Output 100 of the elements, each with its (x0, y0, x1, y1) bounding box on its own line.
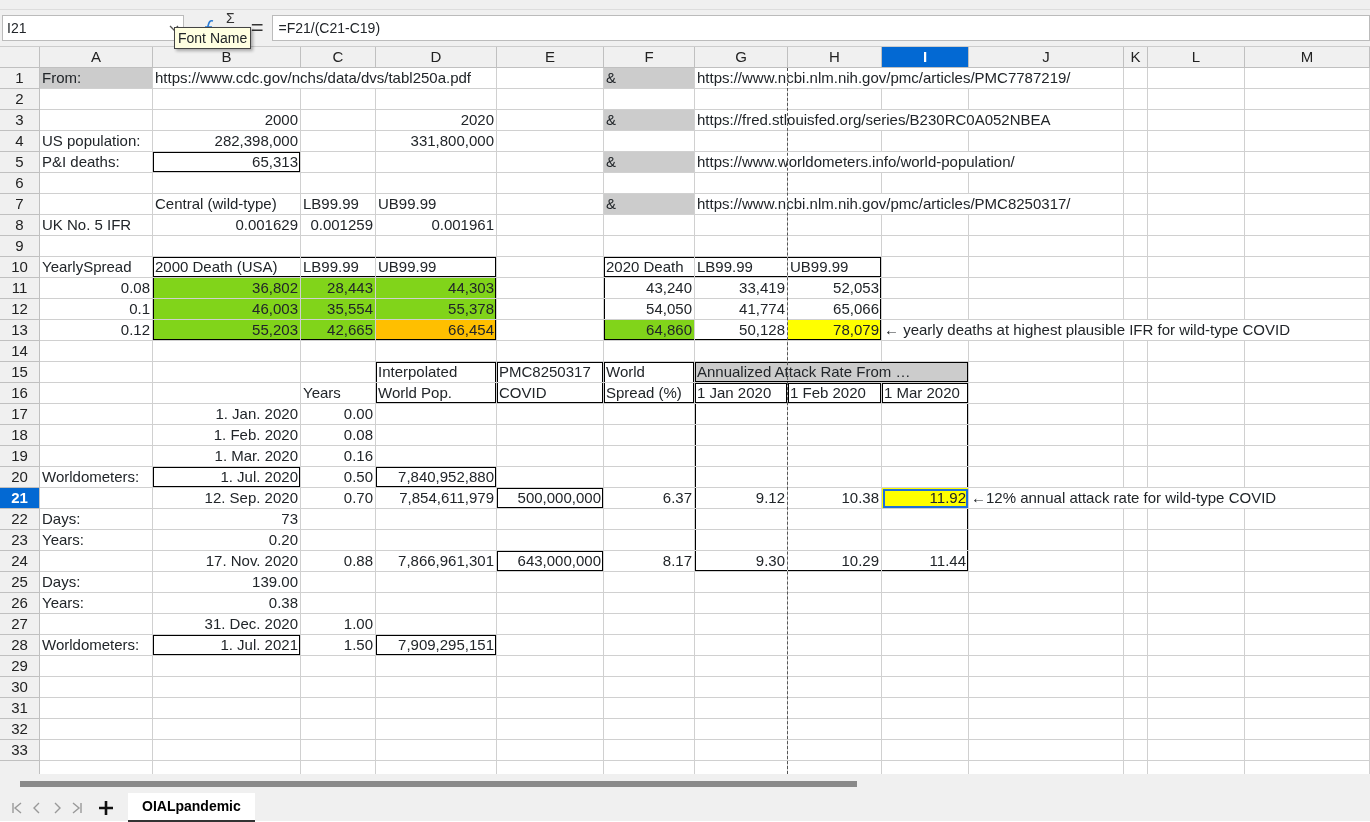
table-cell: Worldometers: (40, 635, 153, 656)
table-cell: 55,203 (153, 320, 301, 341)
table-cell: From: (40, 68, 153, 89)
table-cell: Years: (40, 530, 153, 551)
table-cell: 64,860 (604, 320, 695, 341)
table-cell: Days: (40, 572, 153, 593)
table-cell: 643,000,000 (497, 551, 604, 572)
table-cell: LB99.99 (301, 194, 376, 215)
table-cell: 1 Jan 2020 (695, 383, 788, 404)
table-cell: UK No. 5 IFR (40, 215, 153, 236)
table-cell: P&I deaths: (40, 152, 153, 173)
table-cell: Interpolated (376, 362, 497, 383)
table-cell: 282,398,000 (153, 131, 301, 152)
table-cell: 73 (153, 509, 301, 530)
table-cell: 50,128 (695, 320, 788, 341)
table-cell: 52,053 (788, 278, 882, 299)
table-cell: 0.08 (301, 425, 376, 446)
table-cell: Worldometers: (40, 467, 153, 488)
table-cell: LB99.99 (301, 257, 376, 278)
table-cell: 0.20 (153, 530, 301, 551)
table-cell: Years (301, 383, 376, 404)
table-cell: 41,774 (695, 299, 788, 320)
table-cell: 9.30 (695, 551, 788, 572)
table-cell: 11.44 (882, 551, 969, 572)
table-cell: 1. Jul. 2021 (153, 635, 301, 656)
table-cell: 10.29 (788, 551, 882, 572)
table-cell: 36,802 (153, 278, 301, 299)
table-cell: 1.00 (301, 614, 376, 635)
table-cell: 2000 Death (USA) (153, 257, 301, 278)
table-cell: Annualized Attack Rate From … (695, 362, 969, 383)
table-cell: 1 Mar 2020 (882, 383, 969, 404)
table-cell: https://www.cdc.gov/nchs/data/dvs/tabl250a.pdf (153, 68, 497, 89)
table-cell: 0.001259 (301, 215, 376, 236)
table-cell: Central (wild-type) (153, 194, 301, 215)
table-cell: 7,909,295,151 (376, 635, 497, 656)
table-cell: 11.92 (882, 488, 969, 509)
table-cell: https://www.worldometers.info/world-population/ (695, 152, 1124, 173)
table-cell: 2000 (153, 110, 301, 131)
table-cell: 17. Nov. 2020 (153, 551, 301, 572)
table-cell: ←12% annual attack rate for wild-type COVID (969, 488, 1370, 509)
table-cell: Spread (%) (604, 383, 695, 404)
table-cell: PMC8250317 (497, 362, 604, 383)
table-cell: 1. Jul. 2020 (153, 467, 301, 488)
table-cell: & (604, 152, 695, 173)
table-cell: 1. Feb. 2020 (153, 425, 301, 446)
table-cell: 44,303 (376, 278, 497, 299)
table-cell: 0.38 (153, 593, 301, 614)
table-cell: 7,866,961,301 (376, 551, 497, 572)
table-cell: & (604, 68, 695, 89)
table-cell: 1. Mar. 2020 (153, 446, 301, 467)
table-cell: https://fred.stlouisfed.org/series/B230RC0A052NBEA (695, 110, 1124, 131)
table-cell: Days: (40, 509, 153, 530)
table-cell: 28,443 (301, 278, 376, 299)
table-cell: 12. Sep. 2020 (153, 488, 301, 509)
table-cell: 42,665 (301, 320, 376, 341)
table-cell: 35,554 (301, 299, 376, 320)
table-cell: 0.16 (301, 446, 376, 467)
table-cell: 33,419 (695, 278, 788, 299)
table-cell: 46,003 (153, 299, 301, 320)
table-cell: 66,454 (376, 320, 497, 341)
table-cell: 331,800,000 (376, 131, 497, 152)
table-cell: 139.00 (153, 572, 301, 593)
table-cell: 8.17 (604, 551, 695, 572)
table-cell: US population: (40, 131, 153, 152)
table-cell: https://www.ncbi.nlm.nih.gov/pmc/articles/PMC8250317/ (695, 194, 1124, 215)
table-cell: 0.50 (301, 467, 376, 488)
table-cell: & (604, 194, 695, 215)
table-cell: World Pop. (376, 383, 497, 404)
table-cell: 7,854,611,979 (376, 488, 497, 509)
table-cell: https://www.ncbi.nlm.nih.gov/pmc/articles/PMC7787219/ (695, 68, 1124, 89)
table-cell: COVID (497, 383, 604, 404)
table-cell: 9.12 (695, 488, 788, 509)
table-cell: 2020 (376, 110, 497, 131)
table-cell: LB99.99 (695, 257, 788, 278)
table-cell: UB99.99 (376, 194, 497, 215)
table-cell: 2020 Death (604, 257, 695, 278)
table-cell: 0.88 (301, 551, 376, 572)
table-cell: ← yearly deaths at highest plausible IFR for wild-type COVID (882, 320, 1370, 341)
table-cell: 0.70 (301, 488, 376, 509)
table-cell: 43,240 (604, 278, 695, 299)
table-cell: 1 Feb 2020 (788, 383, 882, 404)
table-cell: YearlySpread (40, 257, 153, 278)
table-cell: 6.37 (604, 488, 695, 509)
table-cell: 0.00 (301, 404, 376, 425)
table-cell: 65,313 (153, 152, 301, 173)
table-cell: 0.001629 (153, 215, 301, 236)
table-cell: 500,000,000 (497, 488, 604, 509)
table-cell: 78,079 (788, 320, 882, 341)
table-cell: 1. Jan. 2020 (153, 404, 301, 425)
table-cell: & (604, 110, 695, 131)
tooltip: Font Name (174, 27, 252, 50)
table-cell: World (604, 362, 695, 383)
table-cell: 55,378 (376, 299, 497, 320)
table-cell: 0.001961 (376, 215, 497, 236)
table-cell: 31. Dec. 2020 (153, 614, 301, 635)
table-cell: Years: (40, 593, 153, 614)
table-cell: 1.50 (301, 635, 376, 656)
table-cell: 7,840,952,880 (376, 467, 497, 488)
table-cell: UB99.99 (788, 257, 882, 278)
table-cell: UB99.99 (376, 257, 497, 278)
